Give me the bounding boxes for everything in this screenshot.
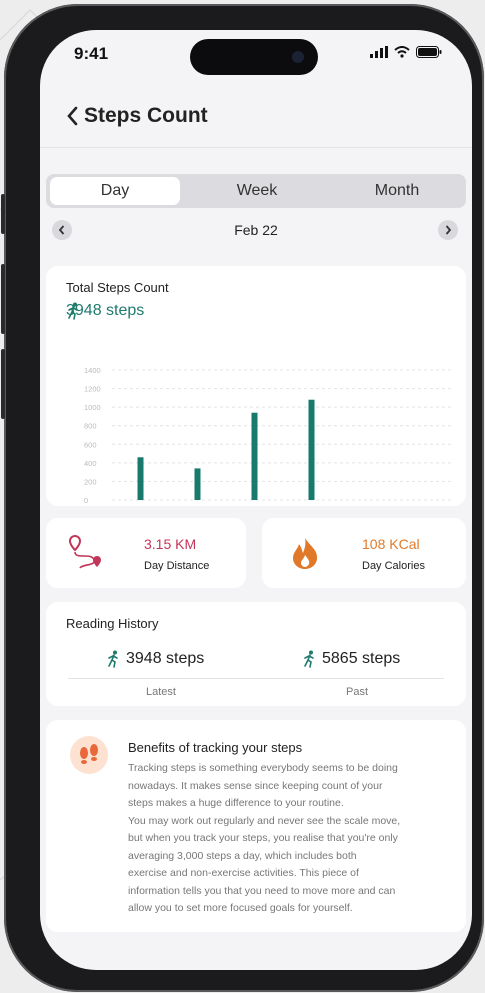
benefits-line: Tracking steps is something everybody se… bbox=[128, 762, 398, 774]
period-segmented-control: Day Week Month bbox=[46, 174, 466, 208]
past-steps-text: 5865 steps bbox=[322, 650, 401, 667]
route-map-pin-icon bbox=[68, 534, 101, 569]
x-tick-label: 09:00 PM bbox=[409, 505, 441, 506]
y-tick-label: 800 bbox=[84, 422, 97, 431]
y-tick-label: 0 bbox=[84, 496, 88, 505]
tab-day[interactable]: Day bbox=[50, 177, 180, 205]
calories-value: 108 KCal bbox=[362, 536, 420, 552]
latest-steps-text: 3948 steps bbox=[126, 650, 205, 667]
distance-card: 3.15 KM Day Distance bbox=[46, 518, 246, 588]
chevron-right-icon bbox=[445, 225, 452, 235]
benefits-line: information tells you that you need to m… bbox=[128, 884, 396, 897]
signal-icon bbox=[370, 46, 388, 58]
page-title: Steps Count bbox=[84, 104, 208, 127]
back-chevron-icon[interactable] bbox=[62, 104, 86, 128]
walking-person-icon bbox=[108, 650, 118, 668]
benefits-line: but when you track your steps, you reali… bbox=[128, 832, 398, 844]
benefits-body: Tracking steps is something everybody se… bbox=[128, 760, 458, 918]
tab-week[interactable]: Week bbox=[192, 177, 322, 205]
y-tick-label: 200 bbox=[84, 477, 97, 486]
past-steps-value: 5865 steps bbox=[302, 650, 400, 668]
reading-history-card: Reading History 3948 steps 5865 steps La… bbox=[46, 602, 466, 706]
chart-bar bbox=[194, 468, 201, 500]
mute-switch bbox=[1, 194, 5, 234]
status-icons bbox=[370, 46, 442, 58]
x-tick-label: 07:00 PM bbox=[295, 505, 327, 506]
y-tick-label: 1000 bbox=[84, 403, 101, 412]
chart-bar bbox=[251, 412, 258, 500]
footprints-icon bbox=[80, 744, 98, 764]
benefits-line: averaging 3,000 steps a day, which inclu… bbox=[128, 849, 357, 862]
chart-bar bbox=[137, 457, 144, 500]
dynamic-island bbox=[190, 39, 318, 75]
y-tick-label: 600 bbox=[84, 440, 97, 449]
benefits-line: allow you to set more focused goals for … bbox=[128, 902, 353, 914]
benefits-card: Benefits of tracking your steps Tracking… bbox=[46, 720, 466, 932]
phone-screen: 9:41 Steps Count Day Week Month Feb 22 T… bbox=[40, 30, 472, 970]
tab-month[interactable]: Month bbox=[332, 177, 462, 205]
volume-up-button bbox=[1, 264, 5, 334]
y-tick-label: 1400 bbox=[84, 366, 101, 375]
x-tick-label: 06:00 PM bbox=[238, 505, 270, 506]
distance-label: Day Distance bbox=[144, 560, 210, 572]
status-time: 9:41 bbox=[74, 44, 109, 63]
next-date-button[interactable] bbox=[438, 220, 458, 240]
benefits-line: nowadays. It makes sense since keeping c… bbox=[128, 779, 383, 792]
current-date: Feb 22 bbox=[234, 222, 278, 238]
total-steps-card: Total Steps Count 3948 steps 0 200 400 600 8… bbox=[46, 266, 466, 506]
benefits-line: You may work out regularly and never see… bbox=[128, 814, 401, 827]
battery-icon bbox=[416, 46, 442, 58]
flame-icon bbox=[293, 538, 318, 569]
steps-bar-chart: 0 200 400 600 800 1000 1200 1400 04:00 PM 05:00 P… bbox=[84, 366, 454, 506]
footprints-badge bbox=[70, 736, 108, 774]
latest-label: Latest bbox=[146, 686, 176, 698]
past-label: Past bbox=[346, 686, 369, 698]
x-tick-label: 05:00 PM bbox=[181, 505, 213, 506]
date-navigator: Feb 22 bbox=[40, 218, 472, 244]
camera-icon bbox=[292, 51, 304, 63]
volume-down-button bbox=[1, 349, 5, 419]
calories-card: 108 KCal Day Calories bbox=[262, 518, 466, 588]
distance-value: 3.15 KM bbox=[144, 536, 197, 552]
x-tick-label: 04:00 PM bbox=[124, 505, 156, 506]
latest-steps-value: 3948 steps bbox=[106, 650, 204, 668]
wifi-icon bbox=[394, 46, 410, 58]
chart-bar bbox=[308, 399, 315, 500]
calories-label: Day Calories bbox=[362, 560, 425, 572]
x-tick-label: 08:00 PM bbox=[352, 505, 384, 506]
benefits-line: exercise and non-exercise activities. Th… bbox=[128, 867, 359, 879]
benefits-line: steps makes a huge difference to your ro… bbox=[128, 797, 344, 809]
y-tick-label: 400 bbox=[84, 459, 97, 468]
reading-history-title: Reading History bbox=[66, 616, 159, 631]
y-tick-label: 1200 bbox=[84, 385, 101, 394]
benefits-title: Benefits of tracking your steps bbox=[128, 740, 303, 755]
walking-person-icon bbox=[304, 650, 314, 668]
history-divider bbox=[68, 678, 444, 679]
status-bar: 9:41 bbox=[40, 30, 472, 90]
app-header: Steps Count bbox=[40, 90, 472, 148]
